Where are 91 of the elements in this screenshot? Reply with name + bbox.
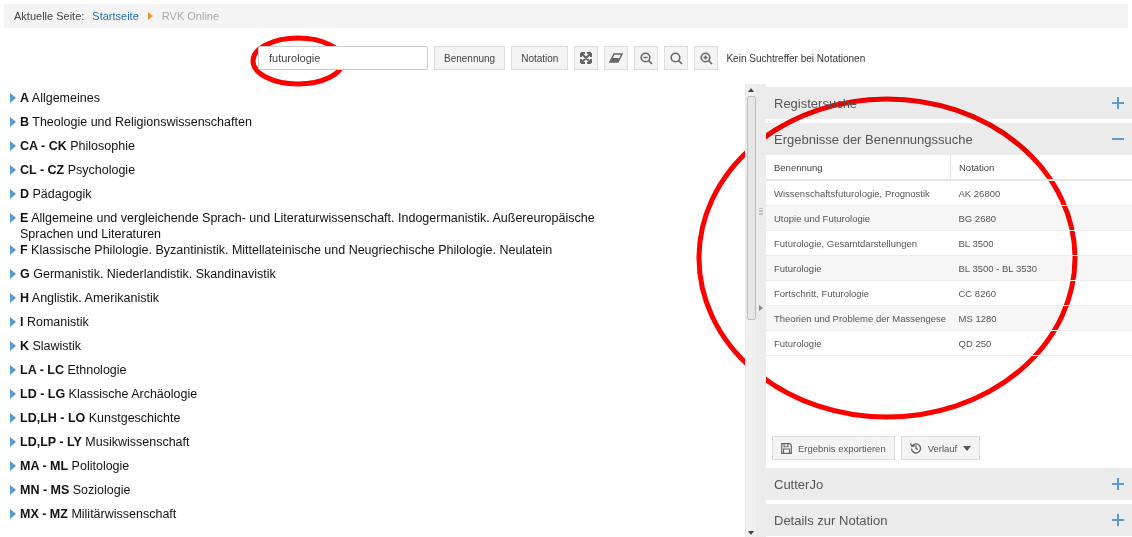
scrollbar[interactable]	[745, 84, 756, 537]
expand-triangle-icon[interactable]	[10, 389, 16, 399]
expand-triangle-icon[interactable]	[10, 509, 16, 519]
tree-item[interactable]: LD,LH - LO Kunstgeschichte	[20, 410, 181, 426]
column-header[interactable]: Benennung	[766, 155, 951, 180]
accordion-title: Details zur Notation	[774, 512, 888, 528]
expand-triangle-icon[interactable]	[10, 213, 16, 223]
accordion-header[interactable]: CutterJo	[766, 468, 1132, 500]
expand-triangle-icon[interactable]	[10, 365, 16, 375]
tree-item[interactable]: LD,LP - LY Musikwissenschaft	[20, 434, 190, 450]
plus-icon	[1112, 478, 1124, 490]
expand-triangle-icon[interactable]	[10, 341, 16, 351]
table-cell: Futurologie, Gesamtdarstellungen	[766, 230, 951, 256]
expand-triangle-icon[interactable]	[10, 189, 16, 199]
tree-item[interactable]: CA - CK Philosophie	[20, 138, 135, 154]
search-field[interactable]: futurologie	[258, 46, 428, 70]
breadcrumb-label: Aktuelle Seite:	[14, 10, 85, 22]
breadcrumb-current: RVK Online	[161, 10, 220, 22]
zoom-out-button[interactable]	[634, 46, 659, 70]
history-dropdown[interactable]: Verlauf	[900, 436, 981, 460]
table-cell: Fortschritt, Futurologie	[766, 280, 951, 306]
tree-item[interactable]: CL - CZ Psychologie	[20, 162, 136, 178]
search-message: Kein Suchtreffer bei Notationen	[726, 52, 866, 64]
tree-item[interactable]: LD - LG Klassische Archäologie	[20, 386, 198, 402]
tree-item[interactable]: G Germanistik. Niederlandistik. Skandinavistik	[20, 266, 276, 282]
expand-triangle-icon[interactable]	[10, 437, 16, 447]
expand-triangle-icon[interactable]	[10, 269, 16, 279]
caret-icon	[147, 12, 153, 20]
expand-triangle-icon[interactable]	[10, 141, 16, 151]
floppy-disk-icon	[781, 442, 792, 454]
expand-triangle-icon[interactable]	[10, 485, 16, 495]
breadcrumb-link[interactable]: Startseite	[92, 10, 139, 22]
table-cell: QD 250	[950, 330, 1132, 356]
tree-item[interactable]: MA - ML Politologie	[20, 458, 130, 474]
expand-triangle-icon[interactable]	[10, 245, 16, 255]
tree-item[interactable]: A Allgemeines	[20, 90, 100, 106]
table-cell: Wissenschaftsfuturologie, Prognostik	[766, 180, 951, 206]
history-icon	[909, 442, 922, 454]
tree-item[interactable]: I Romanistik	[20, 314, 89, 330]
scroll-down-icon[interactable]	[748, 531, 754, 535]
tree-item[interactable]: B Theologie und Religionswissenschaften	[20, 114, 252, 130]
table-cell: BL 3500	[950, 230, 1132, 256]
table-cell: Theorien und Probleme der Massengese	[766, 305, 951, 331]
accordion-title: Ergebnisse der Benennungssuche	[774, 131, 973, 147]
column-header[interactable]: Notation	[950, 155, 1132, 180]
grip-icon	[759, 208, 763, 215]
plus-icon	[1112, 97, 1124, 109]
table-cell: Futurologie	[766, 255, 951, 281]
table-cell: Futurologie	[766, 330, 951, 356]
plus-icon	[1112, 514, 1124, 526]
expand-triangle-icon[interactable]	[10, 413, 16, 423]
tree-item[interactable]: F Klassische Philologie. Byzantinistik. Mittellateinische und Neugriechische Philologie. Neulatein	[20, 242, 553, 258]
expand-arrows-icon	[580, 52, 593, 64]
accordion-header[interactable]: Ergebnisse der Benennungssuche	[766, 123, 1132, 155]
table-cell: BG 2680	[950, 205, 1132, 231]
eraser-icon	[609, 53, 624, 63]
erase-button[interactable]	[604, 46, 629, 70]
tree-item[interactable]: LA - LC Ethnologie	[20, 362, 127, 378]
accordion-title: CutterJo	[774, 476, 824, 492]
search-icon	[669, 51, 683, 65]
tree-item[interactable]: D Pädagogik	[20, 186, 92, 202]
splitter-handle[interactable]	[756, 84, 766, 537]
table-cell: AK 26800	[950, 180, 1132, 206]
table-cell: MS 1280	[950, 305, 1132, 331]
expand-triangle-icon[interactable]	[10, 461, 16, 471]
zoom-in-icon	[699, 51, 713, 65]
table-cell: BL 3500 - BL 3530	[950, 255, 1132, 281]
expand-button[interactable]	[574, 46, 599, 70]
tree-item[interactable]: MN - MS Soziologie	[20, 482, 131, 498]
expand-triangle-icon[interactable]	[10, 117, 16, 127]
zoom-out-icon	[639, 51, 653, 65]
export-button[interactable]: Ergebnis exportieren	[772, 436, 895, 460]
dropdown-caret-icon	[963, 445, 972, 451]
scroll-up-icon[interactable]	[748, 88, 754, 92]
expand-triangle-icon[interactable]	[10, 165, 16, 175]
zoom-in-button[interactable]	[694, 46, 719, 70]
tree-item[interactable]: MX - MZ Militärwissenschaft	[20, 506, 177, 522]
expand-triangle-icon[interactable]	[10, 293, 16, 303]
search-button[interactable]	[664, 46, 689, 70]
tree-item[interactable]: H Anglistik. Amerikanistik	[20, 290, 159, 306]
tree-item[interactable]: K Slawistik	[20, 338, 82, 354]
search-mode-button[interactable]: Notation	[511, 46, 569, 70]
scrollbar-thumb[interactable]	[746, 96, 756, 320]
search-mode-button[interactable]: Benennung	[434, 46, 506, 70]
table-cell: Utopie und Futurologie	[766, 205, 951, 231]
collapse-arrow-icon[interactable]	[759, 305, 763, 311]
expand-triangle-icon[interactable]	[10, 93, 16, 103]
table-cell: CC 8260	[950, 280, 1132, 306]
expand-triangle-icon[interactable]	[10, 317, 16, 327]
tree-item[interactable]: E Allgemeine und vergleichende Sprach- und Literaturwissenschaft. Indogermanistik. Außereuropäische Sprachen und Literaturen	[20, 210, 600, 242]
accordion-header[interactable]: Details zur Notation	[766, 504, 1132, 536]
